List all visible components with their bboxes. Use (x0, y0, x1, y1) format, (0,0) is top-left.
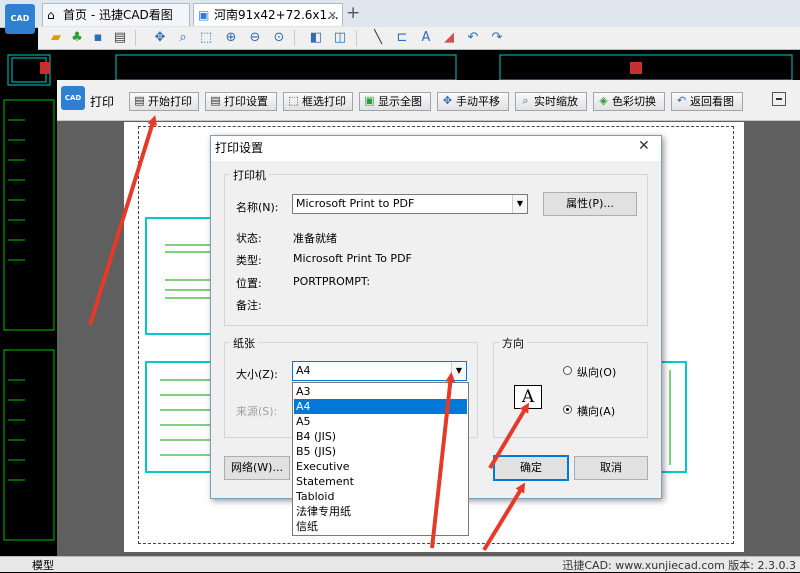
annotation-arrows (88, 115, 530, 552)
arrow-to-start-print (88, 115, 157, 326)
arrow-to-orientation (488, 402, 530, 470)
arrow-to-ok (482, 482, 526, 552)
arrow-to-paper-size (430, 372, 456, 549)
